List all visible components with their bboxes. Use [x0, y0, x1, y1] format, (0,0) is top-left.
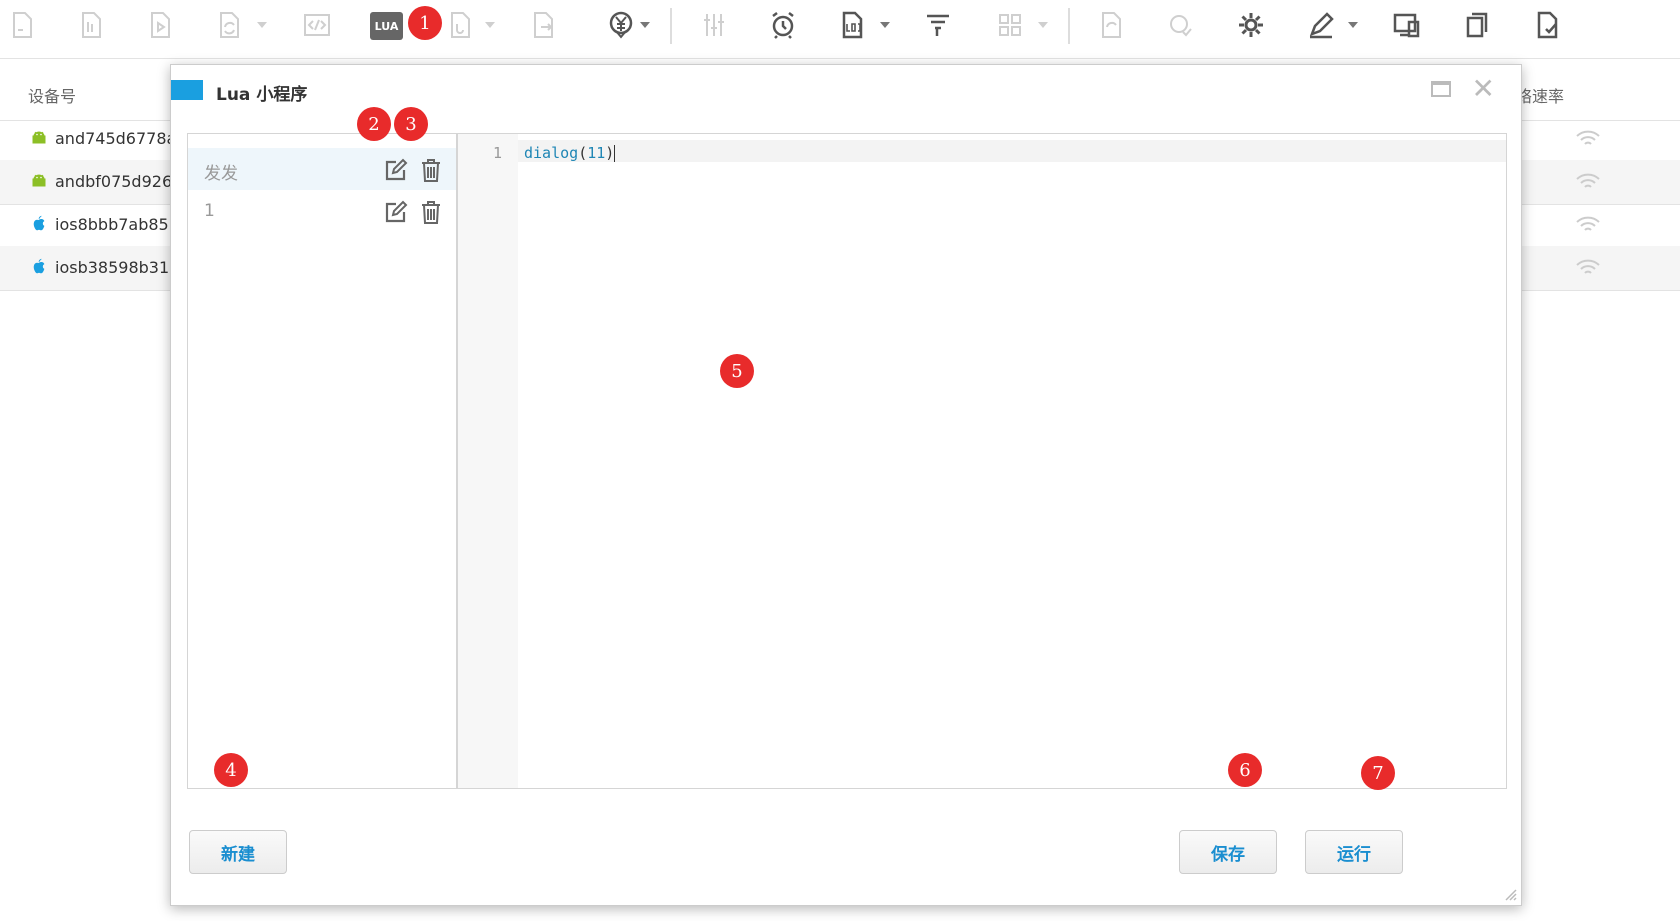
file-refresh-icon[interactable]: [212, 8, 246, 42]
file-icon[interactable]: [5, 8, 39, 42]
code-function: dialog: [524, 144, 579, 162]
dialog-title: Lua 小程序: [216, 85, 308, 105]
resize-grip-icon[interactable]: [1503, 887, 1517, 901]
maximize-icon[interactable]: [1431, 81, 1451, 97]
annotation-badge: 6: [1228, 753, 1262, 787]
title-accent: [171, 80, 203, 100]
new-button[interactable]: 新建: [189, 830, 287, 874]
active-line: [518, 140, 1506, 162]
wifi-icon: [1576, 130, 1600, 145]
annotation-badge: 7: [1361, 756, 1395, 790]
code-paren-open: (: [578, 144, 588, 162]
sliders-icon[interactable]: [697, 8, 731, 42]
chevron-down-icon[interactable]: [640, 22, 650, 28]
filter-icon[interactable]: [921, 8, 955, 42]
annotation-badge: 3: [394, 107, 428, 141]
log-icon[interactable]: [835, 8, 869, 42]
file-play-icon[interactable]: [143, 8, 177, 42]
code-icon[interactable]: [300, 8, 334, 42]
toolbar: LUA: [0, 0, 1680, 59]
device-name: and745d6778a: [55, 129, 177, 148]
chevron-down-icon[interactable]: [880, 22, 890, 28]
code-line[interactable]: dialog(11): [524, 144, 616, 162]
text-cursor: [614, 145, 616, 162]
pen-edit-icon[interactable]: [1304, 8, 1338, 42]
android-icon: [32, 131, 46, 144]
annotation-badge: 1: [408, 6, 442, 40]
file-sync-icon[interactable]: [74, 8, 108, 42]
chevron-down-icon[interactable]: [485, 22, 495, 28]
device-name: iosb38598b31c: [55, 258, 178, 277]
file-rotate-icon[interactable]: [1094, 8, 1128, 42]
list-item[interactable]: 1: [188, 190, 456, 232]
line-number: 1: [492, 144, 502, 162]
code-paren-close: ): [605, 144, 615, 162]
annotation-badge: 5: [720, 354, 754, 388]
file-export-icon[interactable]: [526, 8, 560, 42]
chevron-down-icon[interactable]: [1038, 22, 1048, 28]
grid-icon[interactable]: [993, 8, 1027, 42]
wifi-icon: [1576, 216, 1600, 231]
code-argument: 11: [587, 144, 606, 162]
lua-icon[interactable]: LUA: [370, 12, 403, 40]
list-item[interactable]: 发发: [188, 148, 456, 190]
gear-shield-icon[interactable]: [1164, 8, 1198, 42]
wifi-icon: [1576, 259, 1600, 274]
device-name: ios8bbb7ab85: [55, 215, 169, 234]
save-button[interactable]: 保存: [1179, 830, 1277, 874]
annotation-badge: 2: [357, 107, 391, 141]
android-icon: [32, 174, 46, 187]
lua-dialog: Lua 小程序 ✕ 发发 1 1 dialog(11) 新建 保存 运行: [170, 64, 1522, 906]
file-check-icon[interactable]: [1530, 8, 1564, 42]
close-icon[interactable]: ✕: [1472, 75, 1495, 103]
trash-icon[interactable]: [420, 200, 442, 224]
apple-icon: [33, 258, 45, 274]
annotation-badge: 4: [214, 753, 248, 787]
line-gutter: 1: [458, 134, 518, 788]
device-name: andbf075d926: [55, 172, 173, 191]
settings-gear-icon[interactable]: [1234, 8, 1268, 42]
apple-icon: [33, 215, 45, 231]
script-name: 发发: [204, 164, 238, 184]
edit-icon[interactable]: [384, 200, 408, 224]
chevron-down-icon[interactable]: [1348, 22, 1358, 28]
script-name: 1: [204, 201, 215, 221]
edit-icon[interactable]: [384, 158, 408, 182]
wifi-icon: [1576, 173, 1600, 188]
alarm-clock-icon[interactable]: [766, 8, 800, 42]
column-header-device: 设备号: [28, 87, 77, 106]
trash-icon[interactable]: [420, 158, 442, 182]
chevron-down-icon[interactable]: [257, 22, 267, 28]
yuan-badge-icon[interactable]: [604, 8, 638, 42]
file-undo-icon[interactable]: [443, 8, 477, 42]
script-list: 发发 1: [187, 133, 457, 789]
code-editor[interactable]: 1 dialog(11): [457, 133, 1507, 789]
copy-icon[interactable]: [1460, 8, 1494, 42]
run-button[interactable]: 运行: [1305, 830, 1403, 874]
screen-devices-icon[interactable]: [1390, 8, 1424, 42]
